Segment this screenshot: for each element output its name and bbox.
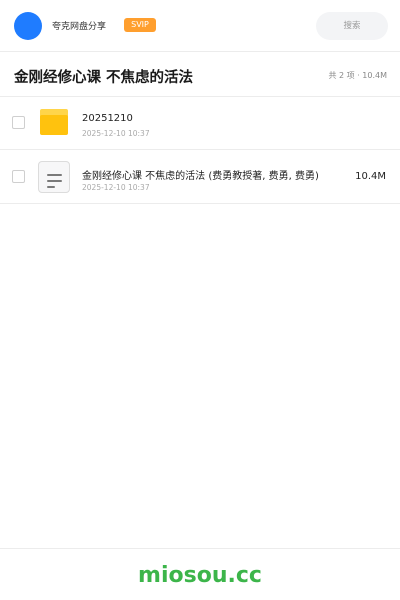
avatar[interactable]	[14, 12, 42, 40]
file-date: 2025-12-10 10:37	[82, 183, 150, 192]
row-checkbox[interactable]	[12, 116, 25, 129]
file-name[interactable]: 20251210	[82, 113, 133, 124]
document-icon	[38, 161, 70, 193]
file-date: 2025-12-10 10:37	[82, 129, 150, 138]
file-row-folder[interactable]: 20251210 2025-12-10 10:37	[0, 96, 400, 150]
header: 夸克网盘分享 SVIP	[0, 0, 400, 52]
svip-badge: SVIP	[124, 18, 156, 32]
item-summary: 共 2 项 · 10.4M	[328, 71, 387, 80]
file-row-document[interactable]: 金刚经修心课 不焦虑的活法 (费勇教授著, 费勇, 费勇) 2025-12-10…	[0, 150, 400, 204]
file-size: 10.4M	[355, 171, 386, 182]
file-name[interactable]: 金刚经修心课 不焦虑的活法 (费勇教授著, 费勇, 费勇)	[82, 167, 319, 182]
page-title: 金刚经修心课 不焦虑的活法	[14, 70, 194, 86]
search-input[interactable]	[316, 12, 388, 40]
title-bar: 金刚经修心课 不焦虑的活法 共 2 项 · 10.4M	[0, 52, 400, 97]
footer: miosou.cc	[0, 548, 400, 600]
folder-icon	[40, 109, 68, 135]
site-brand[interactable]: miosou.cc	[0, 563, 400, 588]
user-name[interactable]: 夸克网盘分享	[52, 19, 106, 32]
row-checkbox[interactable]	[12, 170, 25, 183]
